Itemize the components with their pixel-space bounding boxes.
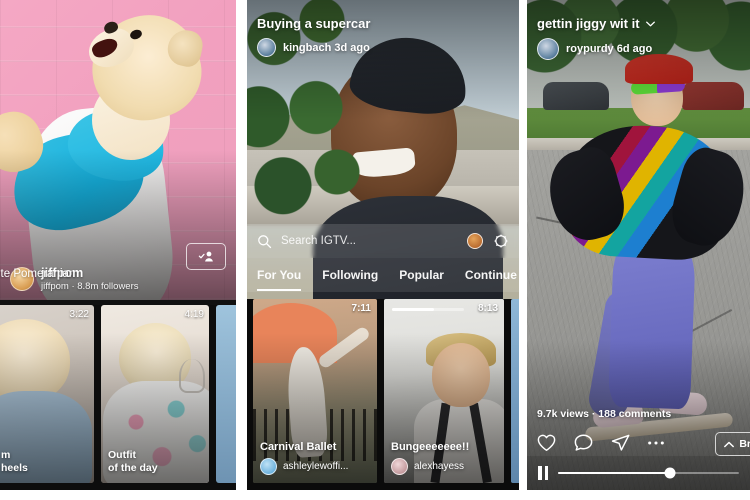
player-action-bar: [536, 433, 665, 452]
player-progress-knob[interactable]: [664, 467, 676, 479]
video-duration: 7:11: [351, 303, 371, 314]
comment-icon[interactable]: [573, 433, 594, 452]
panel-profile: jiffpom jiffpom · 8.8m followers vorite …: [0, 0, 236, 490]
avatar[interactable]: [260, 458, 277, 475]
browse-button[interactable]: Br: [715, 432, 750, 456]
video-thumbnail[interactable]: 7:11 Carnival Ballet ashleylewoffi...: [253, 299, 377, 483]
avatar[interactable]: [257, 38, 276, 57]
video-duration: 8:13: [477, 303, 498, 314]
profile-hero-photo: jiffpom jiffpom · 8.8m followers vorite …: [0, 0, 236, 300]
video-thumbnail-partial[interactable]: [216, 305, 236, 483]
player-user: roypurdy 6d ago: [566, 43, 653, 55]
panel-divider: [519, 0, 527, 490]
video-duration: 3:22: [69, 309, 89, 320]
panel-player: gettin jiggy wit it roypurdy 6d ago 9.7k…: [527, 0, 750, 490]
chevron-down-icon[interactable]: [645, 21, 655, 27]
settings-circle-icon[interactable]: [493, 233, 509, 249]
profile-description: vorite Pomeranian: [0, 268, 76, 280]
video-title: m heels: [1, 449, 28, 475]
player-controls: [527, 456, 750, 490]
video-title: Outfit of the day: [108, 449, 158, 475]
tab-continue-watching[interactable]: Continue W: [465, 268, 519, 282]
heart-icon[interactable]: [536, 433, 557, 452]
player-progress-slider[interactable]: [558, 467, 739, 479]
search-icon: [257, 234, 272, 249]
video-thumbnail[interactable]: 8:13 Bungeeeeeee!! alexhayess: [384, 299, 504, 483]
igtv-search-bar[interactable]: Search IGTV...: [247, 224, 519, 258]
browse-video-grid: 7:11 Carnival Ballet ashleylewoffi... 8:…: [247, 299, 519, 490]
video-duration: 4:19: [184, 309, 204, 320]
avatar[interactable]: [537, 38, 559, 60]
mini-avatar-icon[interactable]: [467, 233, 483, 249]
browse-header: Buying a supercar kingbach 3d ago: [257, 16, 509, 57]
video-thumbnail-partial[interactable]: [511, 299, 519, 483]
panel-browse: Buying a supercar kingbach 3d ago Search…: [247, 0, 519, 490]
video-author: alexhayess: [414, 461, 465, 472]
player-title-row: gettin jiggy wit it: [537, 16, 740, 31]
tab-popular[interactable]: Popular: [399, 268, 444, 282]
more-dots-icon[interactable]: [647, 440, 665, 446]
browse-button-label: Br: [739, 438, 750, 450]
profile-video-grid: 3:22 m heels 4:19 Outfit of the day: [0, 305, 236, 490]
screenshot-canvas: jiffpom jiffpom · 8.8m followers vorite …: [0, 0, 750, 500]
player-header: gettin jiggy wit it roypurdy 6d ago: [537, 16, 740, 60]
player-title: gettin jiggy wit it: [537, 16, 640, 31]
avatar[interactable]: [391, 458, 408, 475]
player-progress-fill: [558, 471, 671, 475]
video-title: Carnival Ballet: [260, 441, 337, 453]
person-check-icon: [198, 250, 215, 263]
video-thumbnail[interactable]: 4:19 Outfit of the day: [101, 305, 209, 483]
video-progress-bar[interactable]: [392, 308, 464, 311]
igtv-tab-bar: For You Following Popular Continue W: [247, 258, 519, 292]
video-title: Bungeeeeeee!!: [391, 441, 470, 453]
player-stats: 9.7k views · 188 comments: [537, 408, 672, 420]
tab-for-you[interactable]: For You: [257, 268, 302, 291]
video-thumbnail[interactable]: 3:22 m heels: [0, 305, 94, 483]
bottom-white-strip: [0, 490, 750, 500]
video-author: ashleylewoffi...: [283, 461, 349, 472]
tab-following[interactable]: Following: [322, 268, 378, 282]
panel-divider: [236, 0, 247, 490]
chevron-up-icon: [724, 441, 735, 448]
search-placeholder: Search IGTV...: [281, 235, 356, 247]
browse-header-user: kingbach 3d ago: [283, 41, 370, 54]
send-icon[interactable]: [610, 433, 631, 452]
pause-icon[interactable]: [538, 466, 548, 480]
browse-header-title: Buying a supercar: [257, 16, 371, 31]
profile-subtitle: jiffpom · 8.8m followers: [41, 281, 139, 292]
